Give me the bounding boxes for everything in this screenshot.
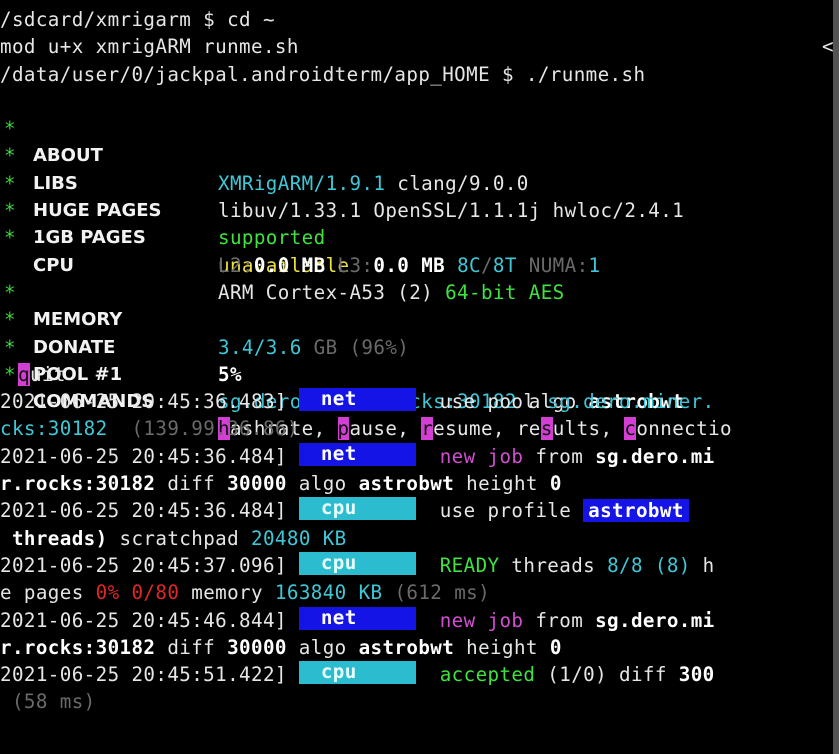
info-row-commands: * COMMANDS hashrate, pause, resume, resu… — [0, 334, 839, 441]
elapsed: (58 ms) — [0, 690, 96, 714]
log-text: from — [523, 608, 596, 632]
log-text: algo — [286, 472, 359, 496]
log-line: 2021-06-25 20:45:36.483] net use pool sg… — [0, 387, 839, 415]
pool-host: cks:30182 — [0, 417, 108, 441]
scratch-value: 20480 KB — [251, 526, 347, 550]
log-text: height — [454, 472, 550, 496]
pool-ip: (139.99.36.86) — [107, 417, 299, 441]
diff-value: 30000 — [227, 472, 287, 496]
memory-value: 163840 KB — [274, 581, 383, 605]
profile-badge: astrobwt — [583, 499, 689, 523]
elapsed: (612 ms) — [382, 581, 491, 605]
command-text: uit — [29, 362, 66, 386]
shell-text: /data/user/0/jackpal.androidterm/app_HOM… — [0, 62, 646, 86]
tag-cpu: cpu — [298, 496, 416, 521]
log-text: diff — [607, 663, 679, 687]
log-line-cont: threads) scratchpad 20480 KB — [0, 525, 839, 552]
shell-line-cd: /sdcard/xmrigarm $ cd ~ — [0, 6, 839, 33]
diff-value: 30000 — [227, 635, 287, 659]
shell-line-chmod: mod u+x xmrigARM runme.sh < — [0, 33, 839, 60]
log-text: height — [454, 635, 550, 659]
shell-text: /sdcard/xmrigarm $ cd ~ — [0, 8, 275, 31]
log-line: 2021-06-25 20:45:36.484] net new job fro… — [0, 442, 839, 470]
log-job: job — [487, 608, 524, 632]
log-new: new — [439, 608, 476, 632]
ready-status: READY — [439, 553, 500, 577]
algo-value: astrobwt — [358, 472, 455, 496]
log-text: memory — [179, 581, 275, 605]
info-row-cache: L2:0.0 MB L3:0.0 MB 8C/8T NUMA:1 — [0, 224, 839, 277]
log-text: threads — [499, 553, 608, 577]
log-timestamp: 2021-06-25 20:45:46.844] — [0, 608, 287, 632]
accepted-count: (1/0) — [535, 663, 608, 687]
log-line-cont: (58 ms) — [0, 688, 839, 715]
info-row-huge-pages: * HUGE PAGES supported — [0, 142, 839, 250]
algo-value: astrobwt — [358, 635, 455, 659]
pool-host: sg.dero.miner. — [547, 390, 715, 414]
info-row-quit: quit — [0, 361, 839, 388]
log-timestamp: 2021-06-25 20:45:37.096] — [0, 553, 287, 577]
log-new: new — [439, 444, 476, 468]
info-row-cpu: * CPU ARM Cortex-A53 (2) 64-bit AES — [0, 197, 839, 304]
info-row-1gb-pages: * 1GB PAGES unavailable — [0, 170, 839, 277]
tag-net: net — [298, 442, 416, 466]
edge-shade — [833, 0, 839, 754]
threads-paren: (8) — [642, 553, 691, 577]
log-line: 2021-06-25 20:45:46.844] net new job fro… — [0, 606, 839, 634]
shell-line-run: /data/user/0/jackpal.androidterm/app_HOM… — [0, 61, 839, 88]
log-line-cont: cks:30182 (139.99.36.86) — [0, 415, 839, 442]
tag-cpu: cpu — [298, 660, 416, 685]
log-line: 2021-06-25 20:45:37.096] cpu READY threa… — [0, 551, 839, 579]
log-text: diff — [155, 472, 228, 496]
log-line-cont: r.rocks:30182 diff 30000 algo astrobwt h… — [0, 470, 839, 497]
log-text: e pages — [0, 581, 96, 605]
tag-net: net — [298, 387, 416, 412]
info-row-donate: * DONATE 5% — [0, 279, 839, 386]
log-timestamp: 2021-06-25 20:45:36.484] — [0, 499, 287, 523]
log-text: use pool — [439, 390, 548, 414]
pool-host: sg.dero.mi — [595, 444, 715, 468]
pool-host: r.rocks:30182 — [0, 635, 156, 659]
log-text: from — [523, 444, 596, 468]
log-text: algo — [286, 635, 359, 659]
pages-ratio: 0/80 — [131, 581, 180, 605]
log-timestamp: 2021-06-25 20:45:36.484] — [0, 444, 287, 468]
log-line: 2021-06-25 20:45:51.422] cpu accepted (1… — [0, 660, 839, 688]
log-text: diff — [155, 635, 228, 659]
info-row-memory: * MEMORY 3.4/3.6 GB (96%) — [0, 252, 839, 359]
pool-host: sg.dero.mi — [595, 608, 715, 632]
log-text: scratchpad — [107, 526, 252, 550]
hotkey-q[interactable]: q — [18, 362, 30, 386]
height-value: 0 — [549, 635, 562, 659]
tag-cpu: cpu — [298, 551, 416, 575]
log-text: use profile — [439, 499, 584, 523]
info-row-pool: * POOL #1 sg.dero.miner.rocks:30182 algo… — [0, 306, 839, 414]
log-text: h — [690, 553, 715, 577]
accepted-diff: 300 — [678, 663, 715, 687]
pages-pct: 0% — [95, 581, 120, 605]
pool-host: r.rocks:30182 — [0, 472, 156, 496]
threads-tail: threads) — [0, 526, 108, 550]
log-line: 2021-06-25 20:45:36.484] cpu use profile… — [0, 496, 839, 524]
info-row-about: * ABOUT XMRigARM/1.9.1 clang/9.0.0 — [0, 88, 839, 195]
log-line-cont: e pages 0% 0/80 memory 163840 KB (612 ms… — [0, 579, 839, 606]
log-job: job — [487, 444, 524, 468]
tag-net: net — [298, 606, 416, 630]
height-value: 0 — [549, 472, 562, 496]
terminal-window[interactable]: /sdcard/xmrigarm $ cd ~ mod u+x xmrigARM… — [0, 0, 839, 754]
info-row-libs: * LIBS libuv/1.33.1 OpenSSL/1.1.1j hwloc… — [0, 115, 839, 222]
log-timestamp: 2021-06-25 20:45:36.483] — [0, 390, 287, 414]
log-line-cont: r.rocks:30182 diff 30000 algo astrobwt h… — [0, 634, 839, 661]
threads-value: 8/8 — [607, 553, 643, 577]
shell-text: mod u+x xmrigARM runme.sh — [0, 35, 299, 59]
accepted-status: accepted — [439, 663, 536, 687]
log-timestamp: 2021-06-25 20:45:51.422] — [0, 663, 287, 687]
